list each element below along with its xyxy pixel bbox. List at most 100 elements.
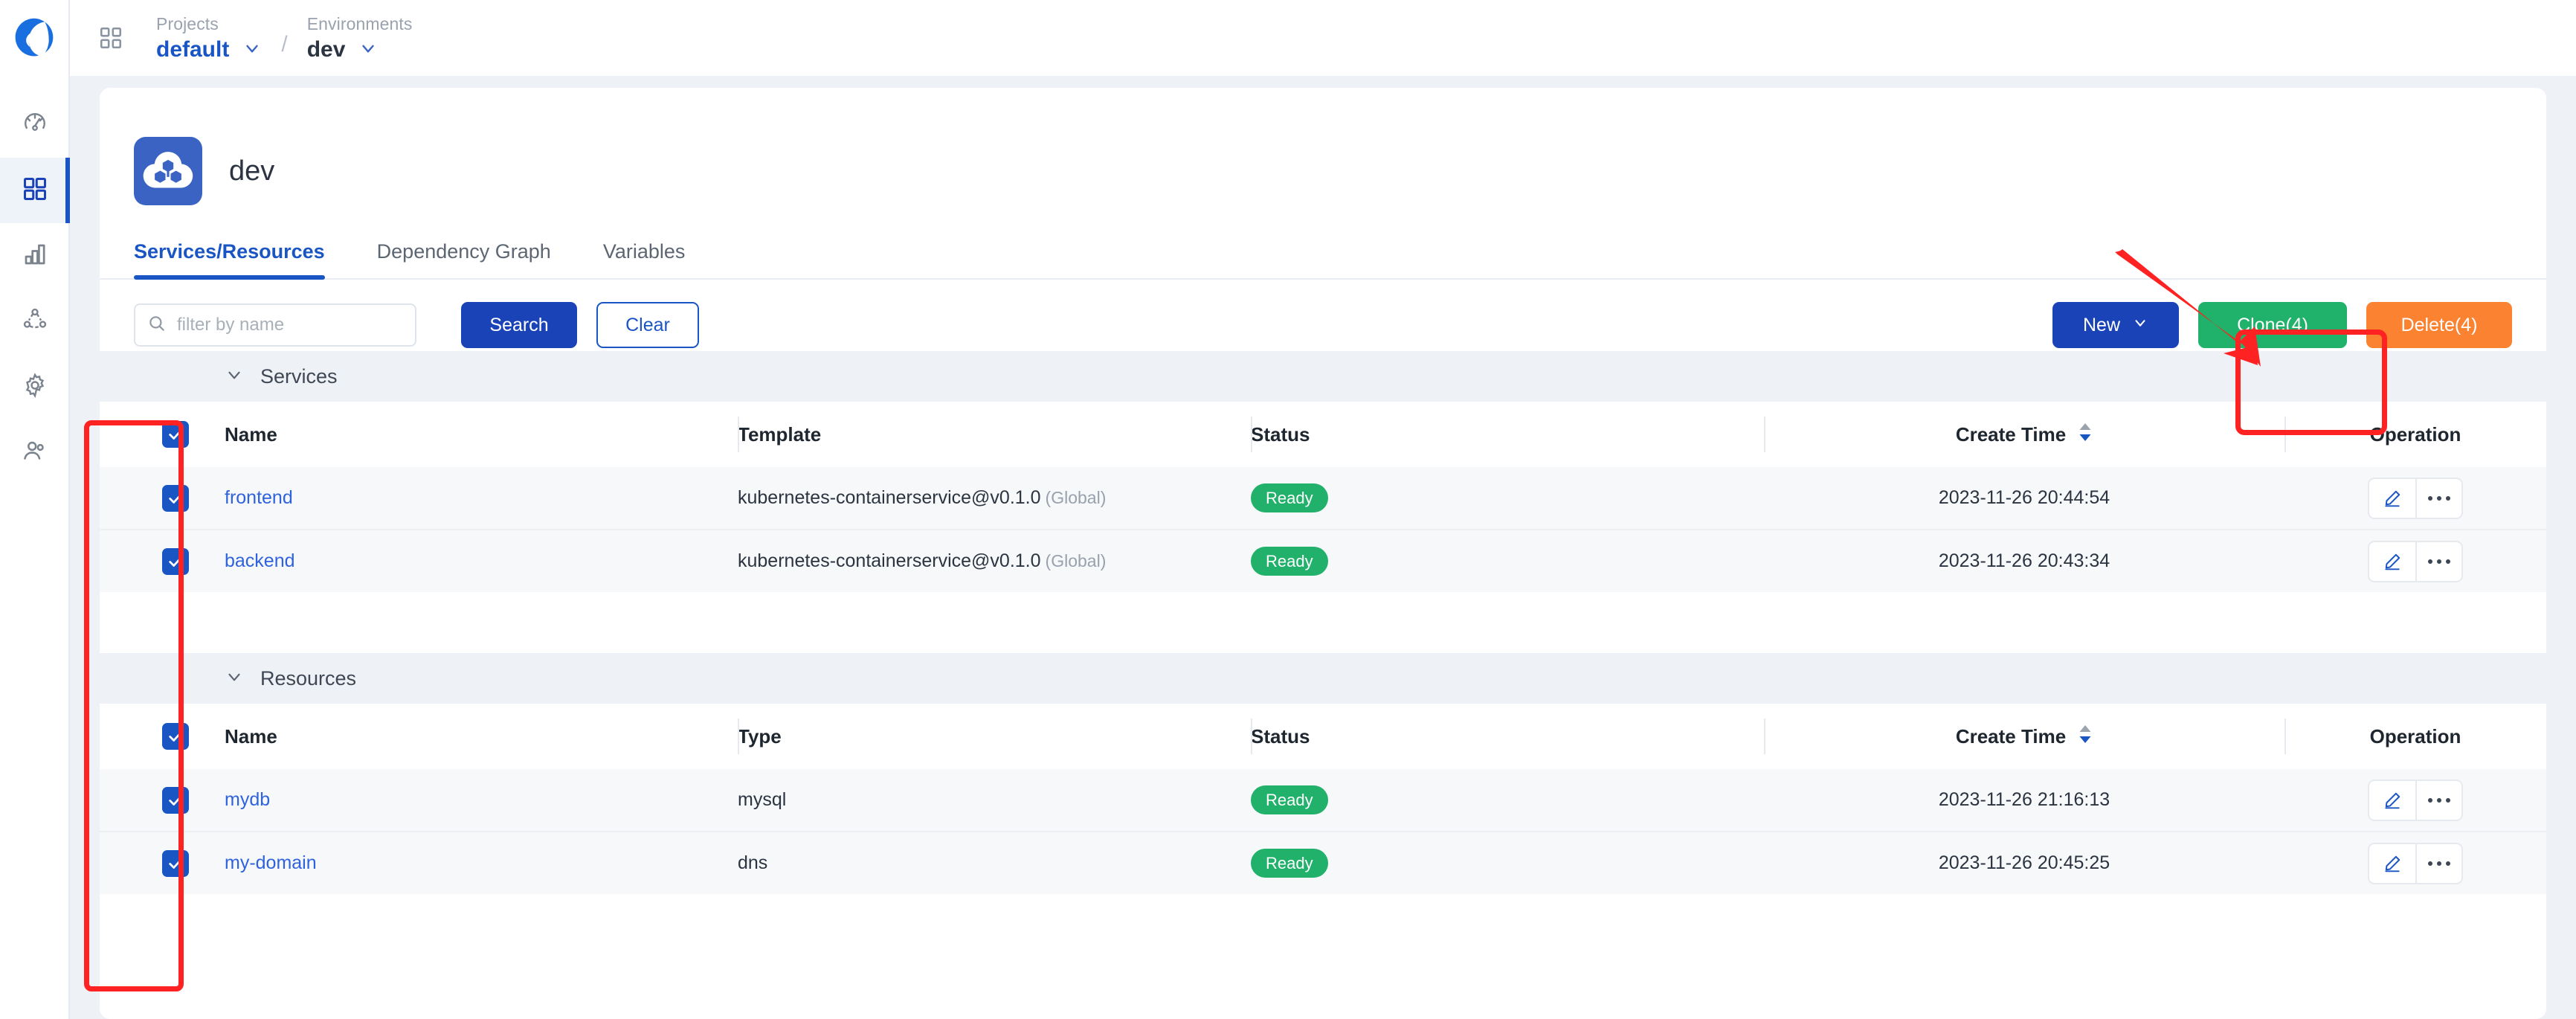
bar-chart-icon — [22, 241, 48, 271]
environment-header: dev — [100, 88, 2546, 223]
row-select-cell — [100, 467, 225, 530]
search-input[interactable] — [177, 315, 400, 335]
projects-label: Projects — [156, 14, 219, 33]
resources-col-operation: Operation — [2284, 704, 2546, 769]
resources-col-type[interactable]: Type — [738, 704, 1251, 769]
resources-col-create-time[interactable]: Create Time — [1764, 704, 2284, 769]
resources-group-header[interactable]: Resources — [100, 653, 2546, 704]
apps-grid-icon[interactable] — [94, 21, 128, 55]
chevron-down-icon[interactable] — [242, 39, 262, 62]
services-col-create-time[interactable]: Create Time — [1764, 402, 2284, 467]
search-icon — [147, 314, 167, 337]
status-badge: Ready — [1251, 849, 1328, 878]
resources-col-status[interactable]: Status — [1251, 704, 1764, 769]
service-template-cell: kubernetes-containerservice@v0.1.0 (Globa… — [738, 530, 1251, 592]
edit-icon[interactable] — [2369, 844, 2415, 883]
edit-icon[interactable] — [2369, 542, 2415, 581]
resource-name-link[interactable]: mydb — [225, 789, 270, 810]
row-checkbox[interactable] — [162, 484, 189, 512]
resource-operation-cell — [2284, 769, 2546, 832]
status-badge: Ready — [1251, 483, 1328, 512]
sidebar-item-applications[interactable] — [0, 158, 70, 223]
resource-type-cell: mysql — [738, 789, 787, 810]
cloud-cubes-icon — [134, 137, 202, 205]
delete-button[interactable]: Delete(4) — [2366, 302, 2512, 348]
resources-table-body: mydb mysql Ready 2023-11-26 21:16:13 my-… — [100, 769, 2546, 894]
page-canvas: dev Services/Resources Dependency Graph … — [70, 76, 2576, 1019]
breadcrumb-environments[interactable]: Environments dev — [307, 13, 413, 62]
sort-arrows-icon[interactable] — [2078, 421, 2093, 449]
services-col-status[interactable]: Status — [1251, 402, 1764, 467]
table-row[interactable]: mydb mysql Ready 2023-11-26 21:16:13 — [100, 769, 2546, 832]
chevron-down-icon — [2132, 315, 2148, 336]
status-badge: Ready — [1251, 547, 1328, 576]
tab-dependency-graph[interactable]: Dependency Graph — [377, 240, 551, 278]
gear-icon — [22, 372, 48, 402]
services-col-template[interactable]: Template — [738, 402, 1251, 467]
service-status-cell: Ready — [1251, 467, 1764, 530]
sidebar-item-topology[interactable] — [0, 289, 70, 354]
resources-table: Name Type Status Create Time Operation m… — [100, 704, 2546, 894]
table-row[interactable]: frontend kubernetes-containerservice@v0.… — [100, 467, 2546, 530]
tab-variables[interactable]: Variables — [603, 240, 686, 278]
app-logo[interactable] — [0, 0, 70, 76]
breadcrumb-separator: / — [281, 32, 288, 57]
more-icon[interactable] — [2415, 478, 2461, 518]
service-create-time-cell: 2023-11-26 20:43:34 — [1938, 550, 2110, 571]
toolbar: Search Clear New Clone(4) Delete(4) — [100, 280, 2546, 351]
services-col-name[interactable]: Name — [225, 402, 738, 467]
table-row[interactable]: my-domain dns Ready 2023-11-26 20:45:25 — [100, 832, 2546, 894]
edit-icon[interactable] — [2369, 781, 2415, 820]
resource-name-link[interactable]: my-domain — [225, 852, 317, 873]
table-row[interactable]: backend kubernetes-containerservice@v0.1… — [100, 530, 2546, 592]
chevron-down-icon[interactable] — [225, 365, 244, 388]
search-field-wrapper[interactable] — [134, 303, 416, 347]
sidebar-item-settings[interactable] — [0, 354, 70, 420]
sort-arrows-icon[interactable] — [2078, 723, 2093, 750]
row-select-cell — [100, 769, 225, 832]
resource-create-time-cell: 2023-11-26 21:16:13 — [1938, 789, 2110, 810]
sidebar-item-users[interactable] — [0, 420, 70, 485]
grid-icon — [22, 176, 48, 206]
service-name-link[interactable]: backend — [225, 550, 295, 571]
service-operation-cell — [2284, 530, 2546, 592]
services-group-title: Services — [260, 364, 338, 388]
chevron-down-icon[interactable] — [225, 667, 244, 690]
row-checkbox[interactable] — [162, 849, 189, 877]
resource-type-cell: dns — [738, 852, 768, 873]
section-gap — [100, 592, 2546, 653]
resource-status-cell: Ready — [1251, 769, 1764, 832]
services-group-header[interactable]: Services — [100, 351, 2546, 402]
service-name-cell: backend — [225, 530, 738, 592]
status-badge: Ready — [1251, 785, 1328, 814]
row-checkbox[interactable] — [162, 786, 189, 814]
service-status-cell: Ready — [1251, 530, 1764, 592]
sidebar-item-reports[interactable] — [0, 223, 70, 289]
clone-button[interactable]: Clone(4) — [2198, 302, 2347, 348]
resources-col-name[interactable]: Name — [225, 704, 738, 769]
service-name-link[interactable]: frontend — [225, 487, 293, 508]
service-template: kubernetes-containerservice@v0.1.0 — [738, 487, 1041, 508]
sidebar-item-dashboard[interactable] — [0, 92, 70, 158]
service-template-cell: kubernetes-containerservice@v0.1.0 (Globa… — [738, 467, 1251, 530]
edit-icon[interactable] — [2369, 479, 2415, 518]
new-button[interactable]: New — [2052, 302, 2179, 348]
action-buttons: New Clone(4) Delete(4) — [2052, 302, 2512, 348]
row-checkbox[interactable] — [162, 547, 189, 575]
more-icon[interactable] — [2415, 843, 2461, 883]
tab-services-resources[interactable]: Services/Resources — [134, 240, 325, 280]
projects-value[interactable]: default — [156, 37, 229, 62]
company-logo-icon — [15, 18, 54, 57]
chevron-down-icon[interactable] — [358, 39, 378, 62]
more-icon[interactable] — [2415, 541, 2461, 581]
search-button[interactable]: Search — [461, 302, 577, 348]
resources-select-all-checkbox[interactable] — [162, 723, 189, 750]
environments-value[interactable]: dev — [307, 37, 346, 62]
services-select-all-checkbox[interactable] — [162, 421, 189, 448]
more-icon[interactable] — [2415, 780, 2461, 820]
service-template-scope: (Global) — [1045, 551, 1107, 570]
clear-button[interactable]: Clear — [596, 302, 699, 348]
breadcrumb-projects[interactable]: Projects default — [156, 13, 262, 62]
services-col-operation: Operation — [2284, 402, 2546, 467]
services-table-body: frontend kubernetes-containerservice@v0.… — [100, 467, 2546, 592]
